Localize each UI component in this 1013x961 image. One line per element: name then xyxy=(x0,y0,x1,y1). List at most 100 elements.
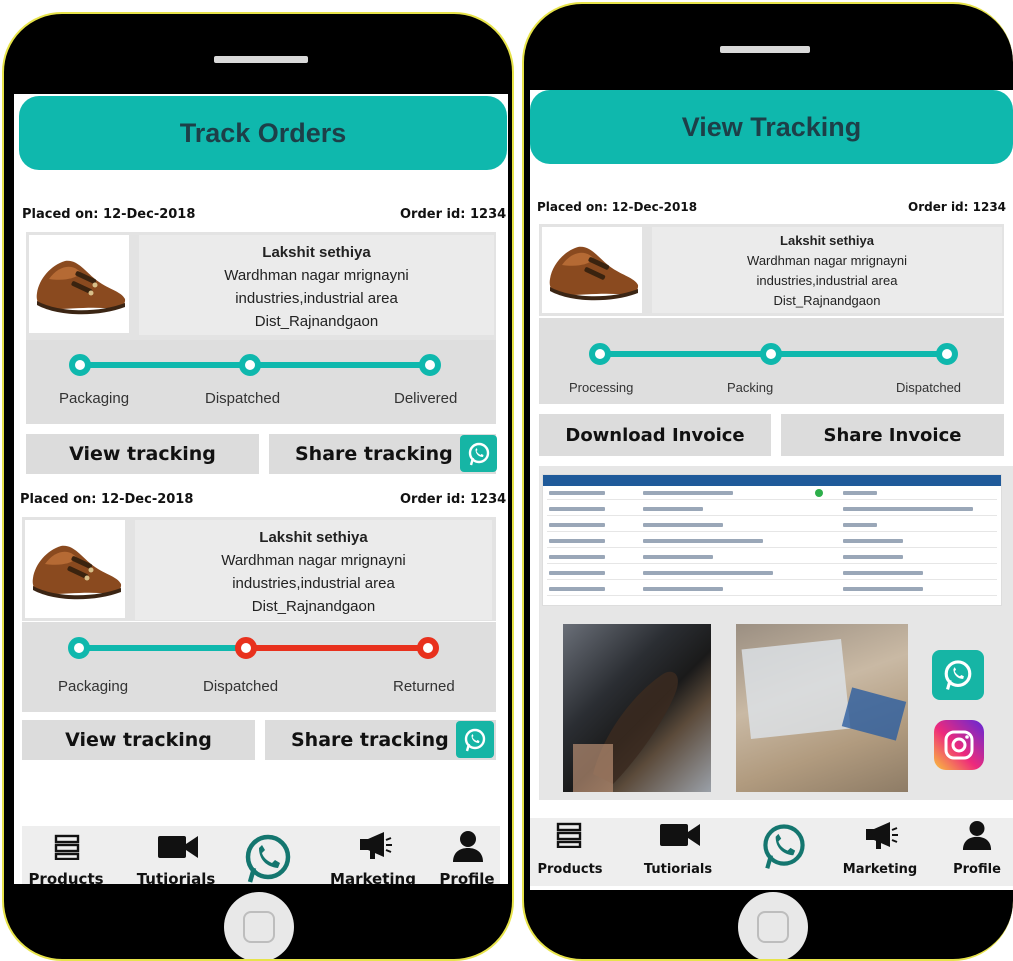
list-icon xyxy=(556,822,582,848)
step-dot-complete xyxy=(239,354,261,376)
tab-label: Products xyxy=(537,862,603,877)
whatsapp-icon[interactable] xyxy=(460,435,497,472)
address-block: Lakshit sethiya Wardhman nagar mrignayni… xyxy=(139,235,494,335)
list-icon xyxy=(54,834,80,860)
phone-frame-right: View Tracking Placed on: 12-Dec-2018 Ord… xyxy=(522,2,1013,961)
video-camera-icon xyxy=(158,836,198,858)
user-icon xyxy=(962,820,992,850)
step-dot-complete xyxy=(68,637,90,659)
tab-label: Profile xyxy=(439,870,495,884)
customer-name: Lakshit sethiya xyxy=(780,233,874,248)
speaker-slot xyxy=(720,46,810,53)
address-line: Dist_Rajnandgaon xyxy=(773,293,881,308)
tab-label: Tutiorials xyxy=(136,870,216,884)
view-tracking-button[interactable]: View tracking xyxy=(22,720,255,760)
tab-tutorials[interactable]: Tutiorials xyxy=(126,826,226,884)
placed-on-date: Placed on: 12-Dec-2018 xyxy=(22,207,196,222)
home-button[interactable] xyxy=(224,892,294,959)
step-label-processing: Processing xyxy=(569,380,634,395)
step-label-packaging: Packaging xyxy=(58,678,129,695)
megaphone-icon xyxy=(360,832,392,859)
tab-label: Tutiorials xyxy=(643,862,713,877)
order-id: Order id: 1234 xyxy=(400,207,507,222)
step-label-returned: Returned xyxy=(393,678,455,695)
phone-frame-left: Track Orders Placed on: 12-Dec-2018 Orde… xyxy=(2,12,514,961)
tab-label: Profile xyxy=(953,862,1001,877)
home-button[interactable] xyxy=(738,892,808,959)
tracking-progress: Packaging Dispatched Delivered xyxy=(26,340,496,424)
step-dot-complete xyxy=(760,343,782,365)
tab-tutorials[interactable]: Tutiorials xyxy=(630,818,726,886)
shoe-image xyxy=(25,520,125,618)
address-line: Wardhman nagar mrignayni xyxy=(747,253,907,268)
instagram-icon[interactable] xyxy=(934,720,984,770)
tab-profile[interactable]: Profile xyxy=(944,818,1010,886)
track-orders-screen: Track Orders Placed on: 12-Dec-2018 Orde… xyxy=(14,94,508,884)
whatsapp-icon[interactable] xyxy=(456,721,494,758)
address-line: industries,industrial area xyxy=(756,273,898,288)
step-label-dispatched: Dispatched xyxy=(896,380,962,395)
step-dot-complete xyxy=(69,354,91,376)
placed-on-date: Placed on: 12-Dec-2018 xyxy=(20,492,194,507)
tab-profile[interactable]: Profile xyxy=(434,826,500,884)
tab-products[interactable]: Products xyxy=(22,826,110,884)
tab-label: Marketing xyxy=(842,862,918,877)
shoe-photo xyxy=(563,624,711,792)
tracking-progress: Processing Packing Dispatched xyxy=(539,318,1004,404)
user-icon xyxy=(453,831,483,862)
download-invoice-button[interactable]: Download Invoice xyxy=(539,414,771,456)
step-dot-complete xyxy=(936,343,958,365)
tab-whatsapp[interactable] xyxy=(758,820,810,872)
header-bar: Track Orders xyxy=(19,96,507,170)
tab-whatsapp[interactable] xyxy=(240,830,296,884)
step-dot-complete xyxy=(419,354,441,376)
tracking-history-table xyxy=(542,474,1002,606)
share-invoice-button[interactable]: Share Invoice xyxy=(781,414,1004,456)
address-block: Lakshit sethiya Wardhman nagar mrignayni… xyxy=(652,227,1002,313)
order-id: Order id: 1234 xyxy=(400,492,507,507)
address-line: Dist_Rajnandgaon xyxy=(254,313,379,330)
address-line: industries,industrial area xyxy=(232,575,395,592)
tab-marketing[interactable]: Marketing xyxy=(832,818,928,886)
step-dot-returned xyxy=(235,637,257,659)
return-line xyxy=(252,645,432,651)
whatsapp-icon[interactable] xyxy=(932,650,984,700)
tab-marketing[interactable]: Marketing xyxy=(324,826,422,884)
tracking-progress: Packaging Dispatched Returned xyxy=(22,622,496,712)
header-bar: View Tracking xyxy=(530,90,1013,164)
step-dot-returned xyxy=(417,637,439,659)
megaphone-icon xyxy=(866,822,898,849)
step-label-packaging: Packaging xyxy=(59,390,130,407)
package-photo xyxy=(736,624,908,792)
progress-line xyxy=(82,645,252,651)
step-label-packing: Packing xyxy=(727,380,774,395)
step-label-dispatched: Dispatched xyxy=(205,390,281,407)
video-camera-icon xyxy=(660,824,700,846)
speaker-slot xyxy=(214,56,308,63)
shoe-image xyxy=(542,227,642,313)
whatsapp-icon xyxy=(763,824,805,869)
order-id: Order id: 1234 xyxy=(908,200,1007,214)
customer-name: Lakshit sethiya xyxy=(259,529,368,546)
placed-on-date: Placed on: 12-Dec-2018 xyxy=(537,200,698,214)
view-tracking-button[interactable]: View tracking xyxy=(26,434,259,474)
step-label-delivered: Delivered xyxy=(394,390,458,407)
shoe-image xyxy=(29,235,129,333)
bottom-nav: Products Tutiorials Marketing Profile xyxy=(22,826,500,884)
whatsapp-icon xyxy=(245,834,291,883)
customer-name: Lakshit sethiya xyxy=(262,244,371,261)
address-line: Wardhman nagar mrignayni xyxy=(224,267,409,284)
address-line: Dist_Rajnandgaon xyxy=(251,598,376,615)
page-title: Track Orders xyxy=(179,117,347,148)
tab-products[interactable]: Products xyxy=(530,818,610,886)
address-line: Wardhman nagar mrignayni xyxy=(221,552,406,569)
address-block: Lakshit sethiya Wardhman nagar mrignayni… xyxy=(135,520,492,620)
view-tracking-screen: View Tracking Placed on: 12-Dec-2018 Ord… xyxy=(530,90,1013,890)
step-dot-complete xyxy=(589,343,611,365)
page-title: View Tracking xyxy=(681,111,862,142)
bottom-nav: Products Tutiorials Marketing Profile xyxy=(530,818,1013,886)
tab-label: Marketing xyxy=(330,870,416,884)
table-header xyxy=(543,475,1001,486)
address-line: industries,industrial area xyxy=(235,290,398,307)
step-label-dispatched: Dispatched xyxy=(203,678,279,695)
